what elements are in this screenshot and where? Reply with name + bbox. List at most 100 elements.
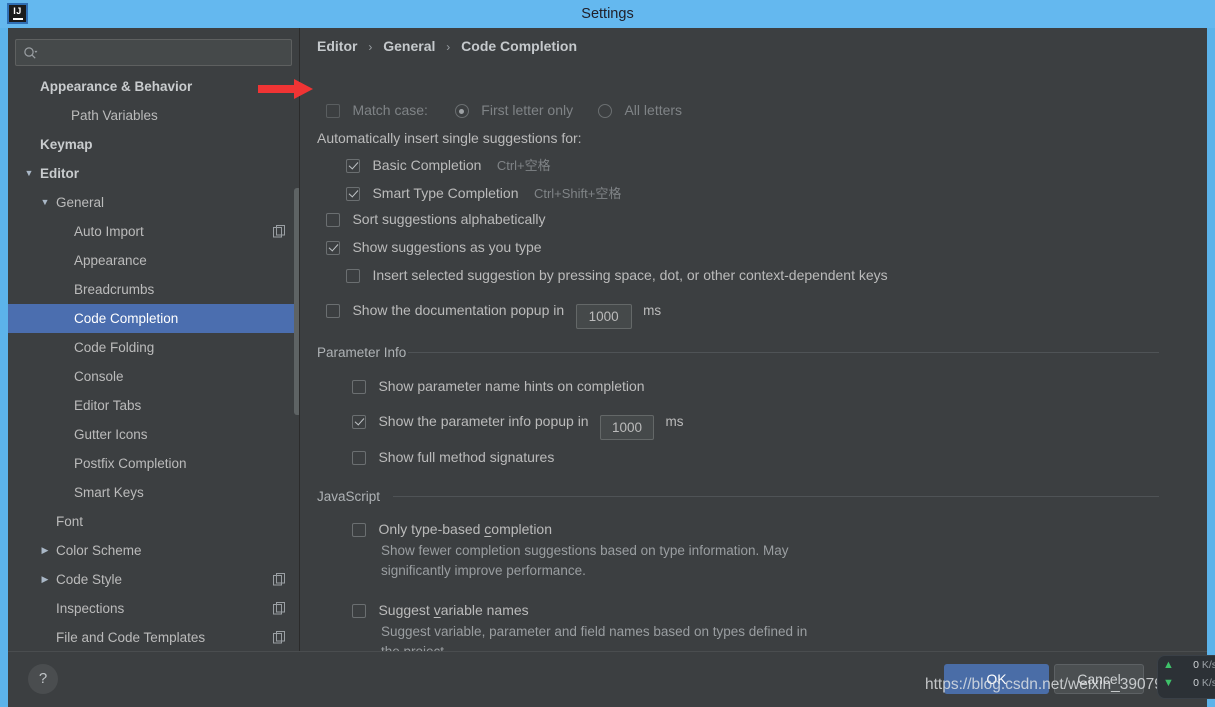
show-as-you-type-label: Show suggestions as you type xyxy=(352,239,542,255)
copy-settings-icon[interactable] xyxy=(273,631,286,644)
sort-alphabetically-row[interactable]: Sort suggestions alphabetically xyxy=(326,211,545,229)
suggest-variable-names-label: Suggest variable names xyxy=(378,602,529,618)
insert-selected-suggestion-row[interactable]: Insert selected suggestion by pressing s… xyxy=(346,267,888,285)
parameter-info-divider xyxy=(408,352,1159,353)
sidebar-item-editor-tabs[interactable]: Editor Tabs xyxy=(8,391,299,420)
sidebar-item-general[interactable]: ▼ General xyxy=(8,188,299,217)
copy-settings-icon[interactable] xyxy=(273,602,286,615)
sidebar-item-label: Editor Tabs xyxy=(74,398,142,413)
match-case-row: Match case: First letter only All letter… xyxy=(326,102,682,120)
copy-settings-icon[interactable] xyxy=(273,573,286,586)
sidebar-item-code-folding[interactable]: Code Folding xyxy=(8,333,299,362)
parameter-info-popup-delay-input[interactable]: 1000 xyxy=(600,415,655,440)
cancel-button[interactable]: Cancel xyxy=(1054,664,1144,694)
sidebar-item-label: Color Scheme xyxy=(56,543,142,558)
basic-completion-row[interactable]: Basic Completion Ctrl+空格 xyxy=(346,155,551,175)
first-letter-only-label: First letter only xyxy=(481,102,574,118)
sidebar-item-label: File and Code Templates xyxy=(56,630,206,645)
show-as-you-type-checkbox[interactable] xyxy=(326,241,340,255)
sidebar-item-breadcrumbs[interactable]: Breadcrumbs xyxy=(8,275,299,304)
suggest-variable-names-checkbox[interactable] xyxy=(352,604,366,618)
ok-button[interactable]: OK xyxy=(944,664,1049,694)
sidebar-item-path-variables[interactable]: Path Variables xyxy=(8,101,299,130)
basic-completion-label: Basic Completion xyxy=(372,157,482,173)
network-speed-widget[interactable]: ▲ 0 K/s ▼ 0 K/s xyxy=(1157,655,1215,699)
match-case-checkbox[interactable] xyxy=(326,104,340,118)
full-method-signatures-row[interactable]: Show full method signatures xyxy=(352,449,554,467)
show-as-you-type-row[interactable]: Show suggestions as you type xyxy=(326,239,542,257)
upload-speed-unit: K/s xyxy=(1201,659,1215,671)
parameter-info-popup-checkbox[interactable] xyxy=(352,415,366,429)
search-input[interactable] xyxy=(46,40,286,65)
suggest-variable-names-row[interactable]: Suggest variable names xyxy=(352,602,529,620)
sidebar-item-color-scheme[interactable]: ▶ Color Scheme xyxy=(8,536,299,565)
sidebar-item-label: Inspections xyxy=(56,601,125,616)
sidebar-item-file-and-code-templates[interactable]: File and Code Templates xyxy=(8,623,299,651)
sidebar-item-label: Keymap xyxy=(40,137,93,152)
chevron-right-icon[interactable]: ▶ xyxy=(38,565,52,594)
arrow-up-icon: ▲ xyxy=(1163,659,1174,671)
upload-speed-value: 0 xyxy=(1193,659,1199,671)
javascript-group-title: JavaScript xyxy=(317,489,390,504)
parameter-name-hints-row[interactable]: Show parameter name hints on completion xyxy=(352,378,645,396)
sort-alphabetically-checkbox[interactable] xyxy=(326,213,340,227)
download-speed-unit: K/s xyxy=(1201,677,1215,689)
doc-popup-unit: ms xyxy=(643,303,662,318)
basic-completion-shortcut: Ctrl+空格 xyxy=(496,158,551,173)
sidebar-item-smart-keys[interactable]: Smart Keys xyxy=(8,478,299,507)
only-type-based-completion-description: Show fewer completion suggestions based … xyxy=(381,543,789,578)
upload-speed-row: ▲ 0 K/s xyxy=(1163,659,1215,677)
chevron-down-icon[interactable]: ▼ xyxy=(22,159,36,188)
smart-type-completion-checkbox[interactable] xyxy=(346,187,360,201)
sidebar-item-inspections[interactable]: Inspections xyxy=(8,594,299,623)
sidebar-item-editor[interactable]: ▼ Editor xyxy=(8,159,299,188)
sidebar-item-console[interactable]: Console xyxy=(8,362,299,391)
sidebar-item-keymap[interactable]: Keymap xyxy=(8,130,299,159)
chevron-down-icon[interactable]: ▼ xyxy=(38,188,52,217)
sidebar-item-label: Console xyxy=(74,369,124,384)
settings-window: IJ Settings Appearance & Behavior Path Va… xyxy=(0,0,1215,707)
only-type-based-completion-checkbox[interactable] xyxy=(352,523,366,537)
sidebar-item-label: Smart Keys xyxy=(74,485,144,500)
window-body: Appearance & Behavior Path Variables Keyma… xyxy=(8,28,1207,707)
title-bar: IJ Settings xyxy=(0,0,1215,28)
suggest-variable-names-description: Suggest variable, parameter and field na… xyxy=(381,624,808,651)
sidebar-item-label: Code Style xyxy=(56,572,123,587)
basic-completion-checkbox[interactable] xyxy=(346,159,360,173)
sidebar-item-appearance[interactable]: Appearance xyxy=(8,246,299,275)
sidebar-item-code-completion[interactable]: Code Completion xyxy=(8,304,299,333)
help-button[interactable]: ? xyxy=(28,664,58,694)
all-letters-radio[interactable] xyxy=(598,104,613,118)
search-icon xyxy=(24,47,38,59)
sidebar-item-code-style[interactable]: ▶ Code Style xyxy=(8,565,299,594)
sidebar-item-label: Breadcrumbs xyxy=(74,282,155,297)
breadcrumb-editor[interactable]: Editor xyxy=(317,38,357,54)
sidebar-scrollbar[interactable] xyxy=(294,188,299,415)
doc-popup-row[interactable]: Show the documentation popup in 1000 ms xyxy=(326,302,661,329)
chevron-right-icon[interactable]: ▶ xyxy=(38,536,52,565)
sidebar-item-font[interactable]: Font xyxy=(8,507,299,536)
search-box[interactable] xyxy=(15,39,292,66)
sidebar-item-postfix-completion[interactable]: Postfix Completion xyxy=(8,449,299,478)
full-method-signatures-label: Show full method signatures xyxy=(378,449,555,465)
copy-settings-icon[interactable] xyxy=(273,225,286,238)
sidebar-item-auto-import[interactable]: Auto Import xyxy=(8,217,299,246)
parameter-info-popup-row[interactable]: Show the parameter info popup in 1000 ms xyxy=(352,413,684,440)
download-speed-value: 0 xyxy=(1193,677,1199,689)
parameter-name-hints-checkbox[interactable] xyxy=(352,380,366,394)
sidebar-item-gutter-icons[interactable]: Gutter Icons xyxy=(8,420,299,449)
sidebar-item-label: Appearance xyxy=(74,253,147,268)
match-case-label: Match case: xyxy=(352,102,428,118)
doc-popup-delay-input[interactable]: 1000 xyxy=(575,304,632,329)
breadcrumb-general[interactable]: General xyxy=(383,38,435,54)
only-type-based-completion-row[interactable]: Only type-based completion xyxy=(352,521,552,539)
full-method-signatures-checkbox[interactable] xyxy=(352,451,366,465)
settings-sidebar: Appearance & Behavior Path Variables Keyma… xyxy=(8,28,300,651)
sidebar-item-appearance-behavior[interactable]: Appearance & Behavior xyxy=(8,72,299,101)
smart-type-completion-row[interactable]: Smart Type Completion Ctrl+Shift+空格 xyxy=(346,183,621,203)
sidebar-item-label: Font xyxy=(56,514,84,529)
doc-popup-checkbox[interactable] xyxy=(326,304,340,318)
parameter-info-popup-label: Show the parameter info popup in xyxy=(378,413,589,429)
insert-selected-suggestion-checkbox[interactable] xyxy=(346,269,360,283)
first-letter-only-radio[interactable] xyxy=(454,104,469,118)
